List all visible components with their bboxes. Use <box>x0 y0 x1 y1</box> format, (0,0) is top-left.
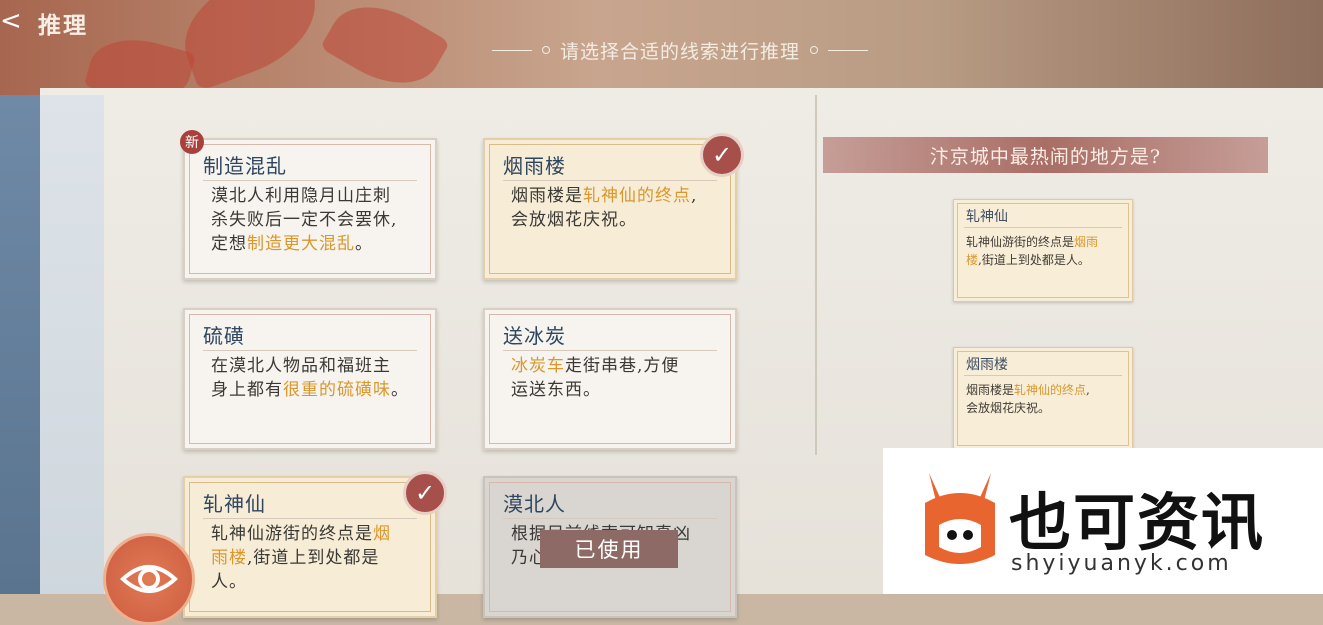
watermark-title: 也可资讯 <box>1009 486 1266 559</box>
selected-clue-text: 轧神仙游街的终点是烟雨 楼,街道上到处都是人。 <box>966 235 1099 267</box>
clue-card[interactable]: 硫磺 在漠北人物品和福班主 身上都有很重的硫磺味。 <box>183 308 437 450</box>
card-divider <box>503 180 717 181</box>
ornament-line <box>828 49 868 51</box>
selected-clue-title: 烟雨楼 <box>966 357 1008 373</box>
clue-card[interactable]: 制造混乱 漠北人利用隐月山庄刺 杀失败后一定不会罢休, 定想制造更大混乱。 <box>183 138 437 280</box>
back-button[interactable]: < <box>0 6 30 36</box>
selected-clue-title: 轧神仙 <box>966 209 1008 225</box>
clue-card[interactable]: 轧神仙 轧神仙游街的终点是烟 雨楼,街道上到处都是 人。 <box>183 476 437 618</box>
clue-title: 烟雨楼 <box>503 154 566 178</box>
clue-card[interactable]: 送冰炭 冰炭车走街串巷,方便 运送东西。 <box>483 308 737 450</box>
clue-text: 烟雨楼是轧神仙的终点, 会放烟花庆祝。 <box>511 186 698 230</box>
card-divider <box>203 180 417 181</box>
card-divider <box>503 350 717 351</box>
checkmark-icon: ✓ <box>403 471 447 515</box>
rabbit-logo-icon <box>925 473 995 564</box>
clue-text: 在漠北人物品和福班主 身上都有很重的硫磺味。 <box>211 356 409 400</box>
selected-clue-text: 烟雨楼是轧神仙的终点, 会放烟花庆祝。 <box>966 383 1090 415</box>
left-panel-edge <box>0 95 40 594</box>
ornament-dot <box>810 46 818 54</box>
left-panel-inner <box>40 95 104 594</box>
clue-title: 轧神仙 <box>203 492 266 516</box>
clue-card[interactable]: 烟雨楼 烟雨楼是轧神仙的终点, 会放烟花庆祝。 <box>483 138 737 280</box>
question-banner: 汴京城中最热闹的地方是? <box>823 137 1268 173</box>
panel-divider <box>815 95 817 455</box>
used-label: 已使用 <box>540 530 678 568</box>
card-divider <box>964 227 1122 228</box>
eye-icon[interactable] <box>103 533 195 625</box>
watermark: 也可资讯 shyiyuanyk.com <box>883 448 1323 594</box>
clue-title: 漠北人 <box>503 492 566 516</box>
clue-title: 送冰炭 <box>503 324 566 348</box>
page-title: 推理 <box>38 12 88 39</box>
ornament-dot <box>541 46 550 54</box>
new-badge: 新 <box>180 130 204 154</box>
selected-clue-card[interactable]: 轧神仙 轧神仙游街的终点是烟雨 楼,街道上到处都是人。 <box>953 199 1133 302</box>
clue-text: 漠北人利用隐月山庄刺 杀失败后一定不会罢休, 定想制造更大混乱。 <box>211 186 398 254</box>
checkmark-icon: ✓ <box>700 133 744 177</box>
card-divider <box>203 518 417 519</box>
card-divider <box>203 350 417 351</box>
clue-text: 轧神仙游街的终点是烟 雨楼,街道上到处都是 人。 <box>211 524 391 592</box>
clue-title: 制造混乱 <box>203 154 287 178</box>
card-divider <box>503 518 717 519</box>
selected-clue-card[interactable]: 烟雨楼 烟雨楼是轧神仙的终点, 会放烟花庆祝。 <box>953 347 1133 450</box>
clue-text: 冰炭车走街串巷,方便 运送东西。 <box>511 356 680 400</box>
clue-title: 硫磺 <box>203 324 245 348</box>
ornament-line <box>491 49 532 51</box>
instruction-banner: 请选择合适的线索进行推理 <box>470 36 890 64</box>
watermark-url: shyiyuanyk.com <box>1011 551 1232 576</box>
card-divider <box>964 375 1122 376</box>
instruction-text: 请选择合适的线索进行推理 <box>559 40 800 63</box>
